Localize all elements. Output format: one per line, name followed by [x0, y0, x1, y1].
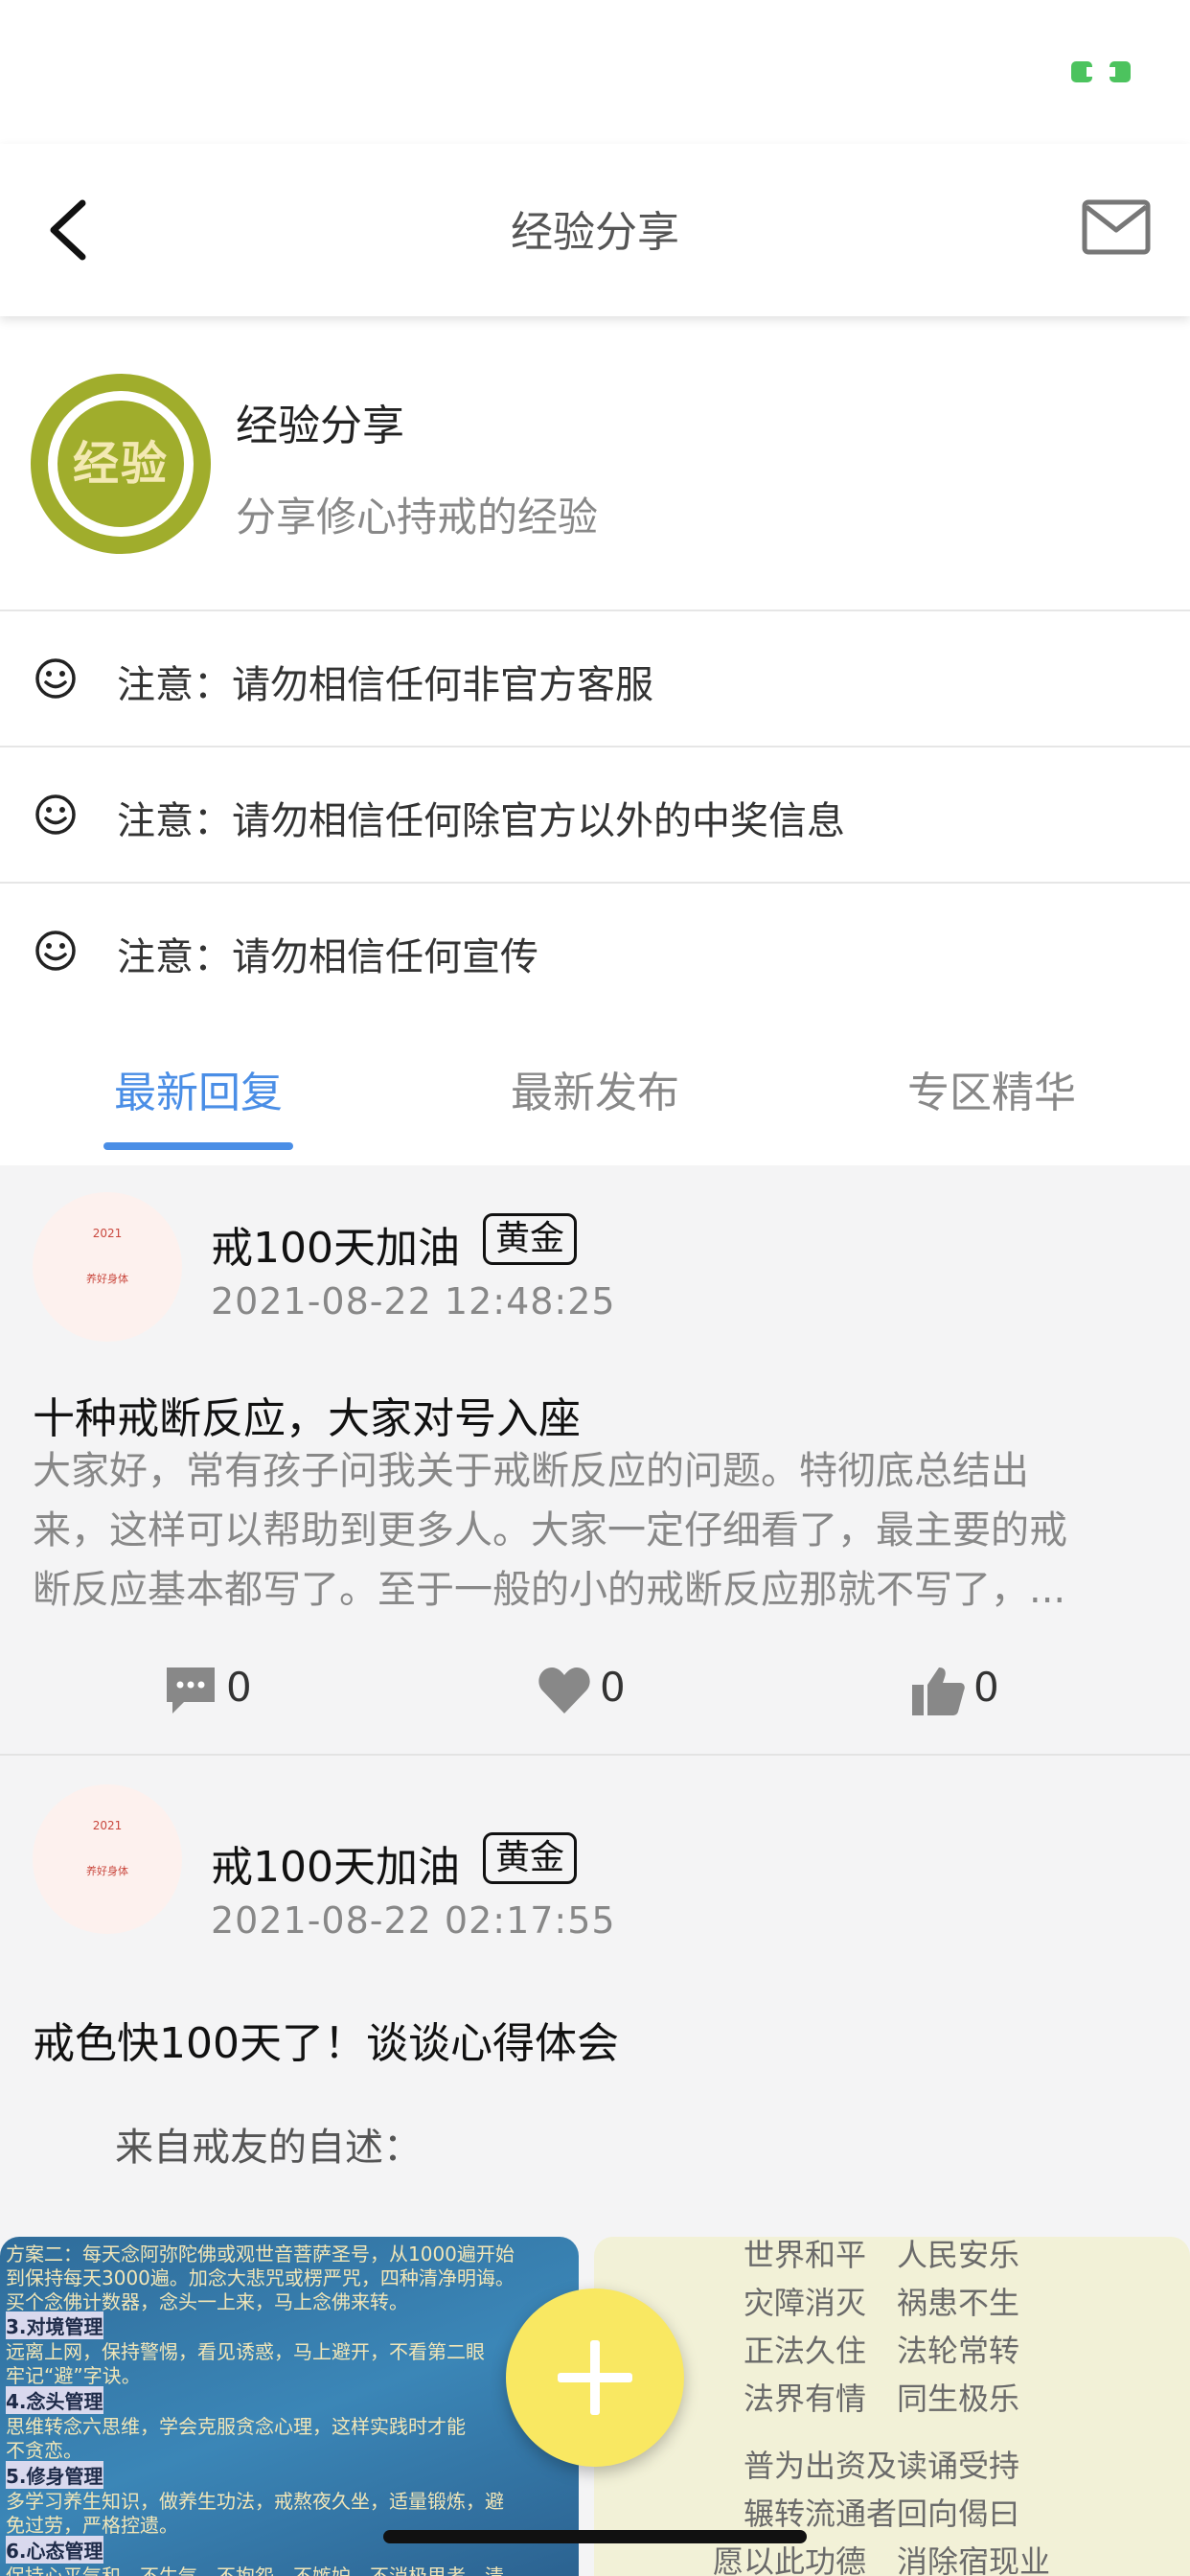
- image-text-line: 买个念佛计数器，念头一上来，马上念佛来转。: [6, 2290, 408, 2313]
- new-post-button[interactable]: [506, 2288, 684, 2467]
- notice-text: 注意：请勿相信任何宣传: [117, 935, 538, 979]
- post-time: 2021-08-22 02:17:55: [211, 1899, 616, 1942]
- image-text-line: 5.修身管理: [6, 2461, 103, 2489]
- post-card[interactable]: 2021 养好身体 戒100天加油 黄金 2021-08-22 12:48:25…: [0, 1165, 1190, 1754]
- section-description: 分享修心持戒的经验: [236, 494, 599, 540]
- avatar-year: 2021: [92, 1227, 123, 1240]
- active-tab-indicator: [103, 1142, 293, 1150]
- excerpt-line: 大家好，常有孩子问我关于戒断反应的问题。特彻底总结出: [33, 1449, 1029, 1493]
- username[interactable]: 戒100天加油: [211, 1832, 460, 1894]
- like-count: 0: [600, 1664, 626, 1711]
- battery-icon: [1071, 61, 1131, 82]
- thumbs-up-icon: [912, 1668, 965, 1715]
- avatar[interactable]: 2021 养好身体: [33, 1784, 182, 1934]
- tab-latest-posts[interactable]: 最新发布: [397, 1058, 793, 1119]
- image-text-line: 免过劳，严格控遗。: [6, 2514, 178, 2537]
- home-indicator[interactable]: [383, 2530, 807, 2543]
- status-bar: [0, 0, 1190, 144]
- comment-icon: [167, 1668, 215, 1714]
- section-title: 经验分享: [236, 402, 404, 450]
- comment-count: 0: [226, 1664, 252, 1711]
- username[interactable]: 戒100天加油: [211, 1213, 460, 1275]
- smiley-icon: [35, 931, 76, 971]
- image-text-line: 4.念头管理: [6, 2386, 103, 2414]
- section-header: 经验 经验分享 分享修心持戒的经验: [0, 316, 1190, 610]
- page-title: 经验分享: [511, 208, 679, 257]
- post-quote: 来自戒友的自述：: [115, 2126, 422, 2170]
- logo-text: 经验: [57, 401, 184, 527]
- tab-latest-replies[interactable]: 最新回复: [0, 1058, 397, 1119]
- post-image[interactable]: 世界和平 人民安乐 灾障消灭 祸患不生 正法久住 法轮常转 法界有情 同生极乐 …: [594, 2237, 1190, 2576]
- smiley-icon: [35, 794, 76, 835]
- notice-text: 注意：请勿相信任何非官方客服: [117, 663, 653, 707]
- thumbs-up-count: 0: [973, 1664, 999, 1711]
- post-excerpt: 大家好，常有孩子问我关于戒断反应的问题。特彻底总结出 来，这样可以帮助到更多人。…: [33, 1441, 1154, 1620]
- image-text-line: 保持心平气和，不生气，不抱怨，不嫉妒，不消极思考，清: [6, 2564, 504, 2576]
- notice-item[interactable]: 注意：请勿相信任何非官方客服: [0, 611, 1190, 746]
- avatar-slogan: 养好身体: [86, 1273, 128, 1285]
- notice-item[interactable]: 注意：请勿相信任何宣传: [0, 884, 1190, 1018]
- post-time: 2021-08-22 12:48:25: [211, 1280, 616, 1322]
- image-text-line: 辗转流通者回向偈曰: [743, 2496, 1019, 2532]
- excerpt-line: 来，这样可以帮助到更多人。大家一定仔细看了，最主要的戒: [33, 1508, 1067, 1552]
- notice-item[interactable]: 注意：请勿相信任何除官方以外的中奖信息: [0, 748, 1190, 882]
- tab-featured[interactable]: 专区精华: [793, 1058, 1190, 1119]
- image-text-line: 愿以此功德 消除宿现业: [712, 2543, 1050, 2576]
- avatar-year: 2021: [92, 1819, 123, 1832]
- post-stats: 0 0 0: [0, 1656, 1190, 1723]
- heart-icon: [538, 1668, 590, 1714]
- image-text-line: 灾障消灭 祸患不生: [743, 2285, 1019, 2321]
- section-logo: 经验: [31, 374, 211, 554]
- post-title: 戒色快100天了！谈谈心得体会: [33, 2019, 619, 2068]
- post-title: 十种戒断反应，大家对号入座: [33, 1394, 581, 1443]
- image-text-line: 普为出资及读诵受持: [743, 2448, 1019, 2484]
- post-image[interactable]: 方案二：每天念阿弥陀佛或观世音菩萨圣号，从1000遍开始 到保持每天3000遍。…: [0, 2237, 579, 2576]
- image-text-line: 不贪恋。: [6, 2439, 82, 2462]
- image-text-line: 6.心态管理: [6, 2536, 103, 2564]
- navigation-bar: 经验分享: [0, 144, 1190, 316]
- tab-bar: 最新回复 最新发布 专区精华: [0, 1022, 1190, 1165]
- smiley-icon: [35, 658, 76, 699]
- notice-text: 注意：请勿相信任何除官方以外的中奖信息: [117, 799, 845, 843]
- excerpt-line: 断反应基本都写了。至于一般的小的戒断反应那就不写了，...: [33, 1568, 1066, 1612]
- level-badge: 黄金: [483, 1832, 578, 1884]
- level-badge: 黄金: [483, 1213, 578, 1265]
- mail-button[interactable]: [1081, 197, 1152, 257]
- avatar[interactable]: 2021 养好身体: [33, 1192, 182, 1342]
- image-text-line: 世界和平 人民安乐: [743, 2237, 1019, 2273]
- image-text-line: 牢记“避”字诀。: [6, 2364, 141, 2387]
- image-text-line: 3.对境管理: [6, 2312, 103, 2339]
- avatar-slogan: 养好身体: [86, 1865, 128, 1877]
- mail-icon: [1082, 199, 1151, 255]
